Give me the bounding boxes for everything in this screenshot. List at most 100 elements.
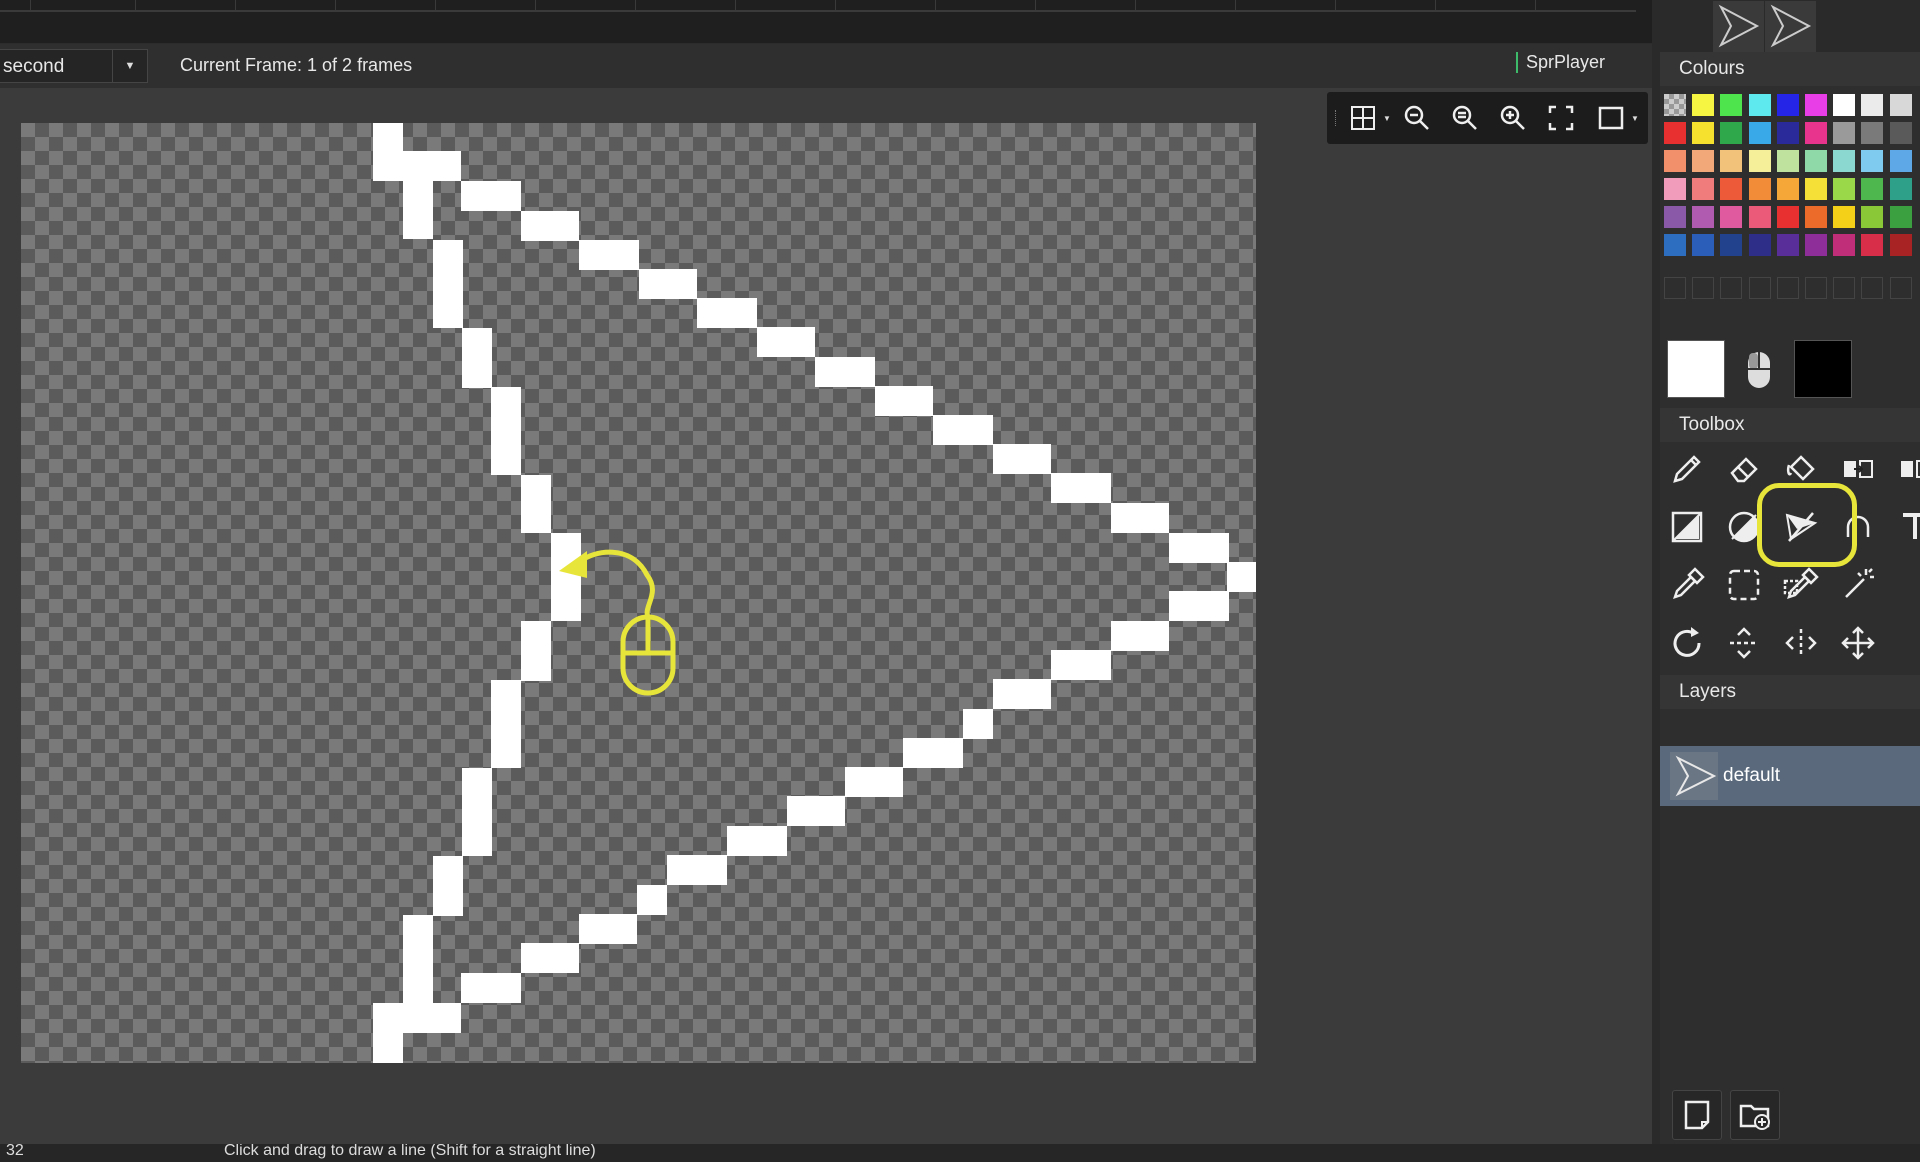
custom-color-slot[interactable] <box>1777 277 1799 299</box>
palette-swatch[interactable] <box>1664 122 1686 144</box>
palette-swatch[interactable] <box>1720 94 1742 116</box>
palette-swatch[interactable] <box>1833 122 1855 144</box>
palette-swatch[interactable] <box>1861 178 1883 200</box>
palette-swatch[interactable] <box>1805 94 1827 116</box>
palette-swatch[interactable] <box>1833 94 1855 116</box>
zoom-out-button[interactable] <box>1399 100 1435 136</box>
palette-swatch[interactable] <box>1890 234 1912 256</box>
primary-color-swatch[interactable] <box>1667 340 1725 398</box>
palette-swatch[interactable] <box>1664 178 1686 200</box>
toolbar-grip[interactable] <box>1335 110 1339 126</box>
chevron-down-icon[interactable]: ▼ <box>1631 114 1639 123</box>
palette-swatch[interactable] <box>1664 206 1686 228</box>
custom-color-slot[interactable] <box>1833 277 1855 299</box>
grid-button[interactable] <box>1345 100 1381 136</box>
zoom-in-button[interactable] <box>1495 100 1531 136</box>
palette-swatch[interactable] <box>1749 122 1771 144</box>
drawing-canvas[interactable] <box>21 123 1256 1063</box>
palette-swatch[interactable] <box>1805 150 1827 172</box>
flip-horizontal-tool-button[interactable] <box>1779 621 1823 665</box>
palette-swatch[interactable] <box>1805 234 1827 256</box>
palette-swatch[interactable] <box>1720 234 1742 256</box>
fit-screen-button[interactable] <box>1543 100 1579 136</box>
palette-swatch[interactable] <box>1833 234 1855 256</box>
new-layer-button[interactable] <box>1672 1090 1722 1140</box>
palette-swatch[interactable] <box>1749 94 1771 116</box>
palette-swatch[interactable] <box>1890 150 1912 172</box>
timeline-strip[interactable] <box>0 0 1660 44</box>
new-layer-group-button[interactable] <box>1730 1090 1780 1140</box>
palette-swatch[interactable] <box>1692 206 1714 228</box>
palette-swatch[interactable] <box>1861 150 1883 172</box>
color-replace-tool-button[interactable] <box>1779 563 1823 607</box>
chevron-down-icon[interactable]: ▼ <box>1383 114 1391 123</box>
eraser-tool-button[interactable] <box>1722 447 1766 491</box>
palette-swatch[interactable] <box>1692 150 1714 172</box>
pencil-tool-button[interactable] <box>1665 447 1709 491</box>
palette-swatch[interactable] <box>1692 178 1714 200</box>
palette-swatch[interactable] <box>1890 206 1912 228</box>
flip-vertical-tool-button[interactable] <box>1722 621 1766 665</box>
rect-select-tool-button[interactable] <box>1722 563 1766 607</box>
palette-swatch[interactable] <box>1861 122 1883 144</box>
animation-select[interactable]: second ▼ <box>0 49 148 83</box>
palette-swatch[interactable] <box>1720 150 1742 172</box>
palette-swatch[interactable] <box>1890 94 1912 116</box>
custom-color-slot[interactable] <box>1720 277 1742 299</box>
frame-thumbnail[interactable] <box>1660 0 1714 54</box>
palette-swatch[interactable] <box>1777 234 1799 256</box>
palette-swatch[interactable] <box>1777 150 1799 172</box>
custom-color-slot[interactable] <box>1749 277 1771 299</box>
transform-tool-button[interactable] <box>1893 447 1920 491</box>
palette-swatch[interactable] <box>1664 94 1686 116</box>
palette-swatch[interactable] <box>1890 122 1912 144</box>
palette-swatch[interactable] <box>1833 150 1855 172</box>
palette-swatch[interactable] <box>1805 206 1827 228</box>
palette-swatch[interactable] <box>1720 122 1742 144</box>
custom-color-slot[interactable] <box>1805 277 1827 299</box>
background-button[interactable] <box>1593 100 1629 136</box>
palette-swatch[interactable] <box>1861 234 1883 256</box>
palette-swatch[interactable] <box>1664 234 1686 256</box>
palette-swatch[interactable] <box>1749 150 1771 172</box>
palette-swatch[interactable] <box>1749 234 1771 256</box>
secondary-color-swatch[interactable] <box>1794 340 1852 398</box>
panel-splitter[interactable] <box>1652 0 1660 1144</box>
frame-thumbnail[interactable] <box>1868 0 1920 54</box>
frame-thumbnail[interactable] <box>1816 0 1870 54</box>
palette-swatch[interactable] <box>1805 178 1827 200</box>
palette-swatch[interactable] <box>1890 178 1912 200</box>
palette-swatch[interactable] <box>1833 206 1855 228</box>
palette-swatch[interactable] <box>1777 178 1799 200</box>
frame-thumbnail[interactable] <box>1764 0 1818 54</box>
palette-swatch[interactable] <box>1833 178 1855 200</box>
zoom-reset-button[interactable] <box>1447 100 1483 136</box>
palette-swatch[interactable] <box>1861 94 1883 116</box>
custom-color-slot[interactable] <box>1890 277 1912 299</box>
palette-swatch[interactable] <box>1805 122 1827 144</box>
custom-color-slot[interactable] <box>1664 277 1686 299</box>
palette-swatch[interactable] <box>1692 122 1714 144</box>
palette-swatch[interactable] <box>1720 206 1742 228</box>
chevron-down-icon[interactable]: ▼ <box>112 50 147 82</box>
palette-swatch[interactable] <box>1777 206 1799 228</box>
palette-swatch[interactable] <box>1861 206 1883 228</box>
frame-thumbnail[interactable] <box>1712 0 1766 54</box>
palette-swatch[interactable] <box>1749 178 1771 200</box>
palette-swatch[interactable] <box>1692 94 1714 116</box>
custom-color-slot[interactable] <box>1861 277 1883 299</box>
eyedropper-tool-button[interactable] <box>1665 563 1709 607</box>
palette-swatch[interactable] <box>1777 94 1799 116</box>
rotate-tool-button[interactable] <box>1665 621 1709 665</box>
text-tool-button[interactable] <box>1893 505 1920 549</box>
rectangle-tool-button[interactable] <box>1665 505 1709 549</box>
palette-swatch[interactable] <box>1777 122 1799 144</box>
magic-wand-tool-button[interactable] <box>1836 563 1880 607</box>
bucket-icon <box>1786 455 1815 481</box>
custom-color-slot[interactable] <box>1692 277 1714 299</box>
palette-swatch[interactable] <box>1692 234 1714 256</box>
palette-swatch[interactable] <box>1664 150 1686 172</box>
palette-swatch[interactable] <box>1720 178 1742 200</box>
palette-swatch[interactable] <box>1749 206 1771 228</box>
move-tool-button[interactable] <box>1836 621 1880 665</box>
